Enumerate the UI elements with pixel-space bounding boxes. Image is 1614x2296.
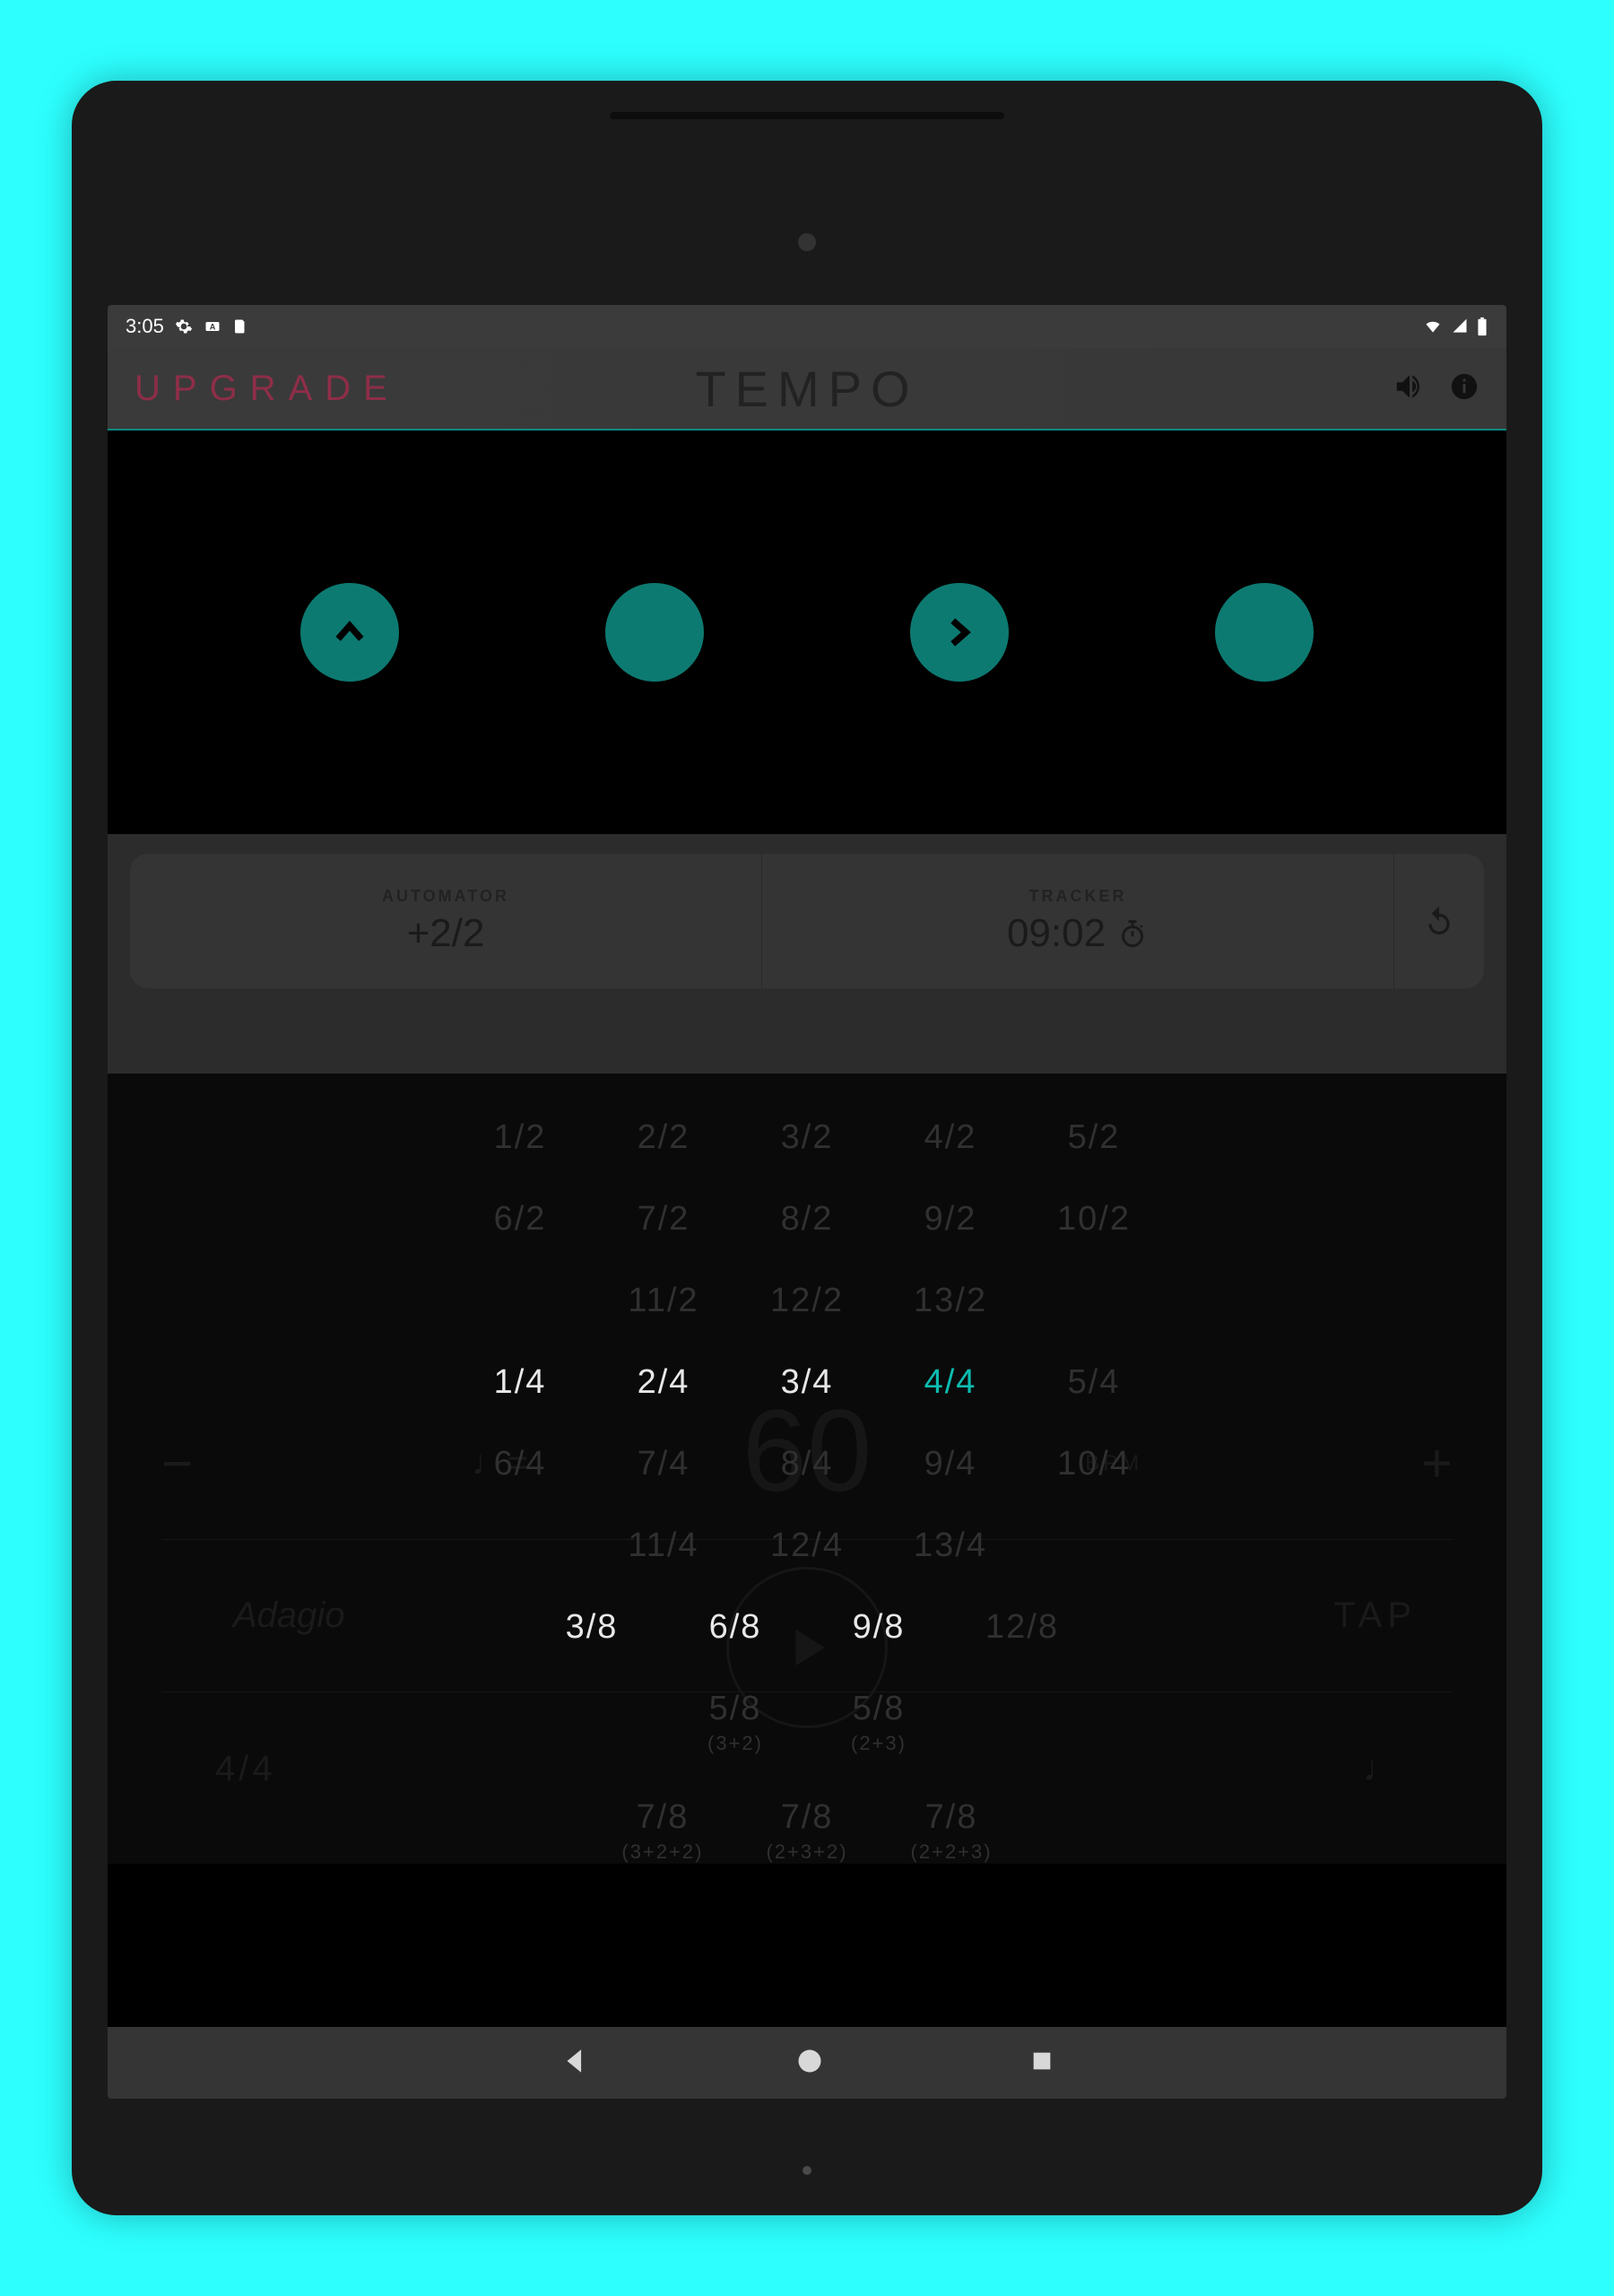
signal-icon (1451, 317, 1469, 335)
signature-row: 5/8(3+2) 5/8(2+3) (695, 1690, 919, 1755)
screen: 3:05 A (108, 305, 1506, 2099)
signature-row: 6/4 7/4 8/4 9/4 10/4 (480, 1445, 1134, 1483)
signature-option[interactable]: 13/2 (910, 1282, 991, 1320)
status-bar: 3:05 A (108, 305, 1506, 348)
android-nav-bar (108, 2027, 1506, 2099)
caret-icon (330, 613, 369, 652)
signature-option[interactable]: 1/2 (480, 1118, 560, 1157)
beat-2[interactable] (605, 583, 704, 682)
reset-button[interactable] (1394, 854, 1484, 988)
tablet-home-indicator (803, 2166, 811, 2175)
signature-option[interactable]: 9/8 (838, 1608, 919, 1647)
status-time: 3:05 (126, 315, 164, 338)
signature-option[interactable]: 5/4 (1054, 1363, 1134, 1402)
automator-label: AUTOMATOR (382, 887, 509, 906)
signature-option[interactable]: 9/2 (910, 1200, 991, 1239)
signature-option[interactable]: 4/2 (910, 1118, 991, 1157)
tablet-speaker (610, 112, 1004, 119)
nav-back-button[interactable] (560, 2046, 590, 2081)
signature-grid: 1/22/23/24/25/26/27/28/29/210/211/212/21… (108, 1074, 1506, 1864)
signature-option[interactable]: 6/8 (695, 1608, 776, 1647)
gear-icon (175, 317, 193, 335)
reset-icon (1421, 903, 1457, 939)
battery-icon (1476, 317, 1488, 336)
signature-option[interactable]: 12/4 (767, 1526, 847, 1565)
volume-icon[interactable] (1393, 370, 1427, 408)
tracker-value: 09:02 (1007, 911, 1149, 956)
signature-option[interactable]: 5/2 (1054, 1118, 1134, 1157)
app-header: UPGRADE TEMPO (108, 348, 1506, 430)
signature-option[interactable]: 7/8(3+2+2) (621, 1798, 703, 1864)
tracker-time: 09:02 (1007, 911, 1106, 956)
signature-option[interactable]: 7/4 (623, 1445, 704, 1483)
signature-row: 7/8(3+2+2) 7/8(2+3+2) 7/8(2+2+3) (621, 1798, 992, 1864)
tracker-column[interactable]: TRACKER 09:02 (762, 854, 1394, 988)
nav-recents-button[interactable] (1029, 2048, 1054, 2078)
signature-option[interactable]: 7/2 (623, 1200, 704, 1239)
beat-4[interactable] (1215, 583, 1314, 682)
signature-option[interactable]: 8/4 (767, 1445, 847, 1483)
signature-row: 3/8 6/8 9/8 12/8 (551, 1608, 1063, 1647)
time-signature-picker: − ♩= BPM + Adagio TAP 4/4 ♩ 60 (108, 1074, 1506, 1864)
tablet-camera (798, 233, 816, 251)
signature-option[interactable]: 2/4 (623, 1363, 704, 1402)
signature-option[interactable]: 11/2 (623, 1282, 704, 1320)
signature-option[interactable]: 6/4 (480, 1445, 560, 1483)
signature-option[interactable]: 3/2 (767, 1118, 847, 1157)
chevron-right-icon (940, 613, 979, 652)
signature-option[interactable]: 9/4 (910, 1445, 991, 1483)
mid-panel-container: AUTOMATOR +2/2 TRACKER 09:02 (108, 834, 1506, 1074)
automator-tracker-panel: AUTOMATOR +2/2 TRACKER 09:02 (130, 854, 1484, 988)
signature-option[interactable]: 12/2 (767, 1282, 847, 1320)
signature-option[interactable]: 3/8 (551, 1608, 632, 1647)
signature-option[interactable]: 7/8(2+3+2) (766, 1798, 847, 1864)
signature-option[interactable]: 11/4 (623, 1526, 704, 1565)
signature-row: 6/2 7/2 8/2 9/2 10/2 (480, 1200, 1134, 1239)
nav-home-button[interactable] (796, 2048, 823, 2079)
signature-option[interactable]: 12/8 (982, 1608, 1063, 1647)
beat-1[interactable] (300, 583, 399, 682)
signature-row: 11/4 12/4 13/4 (623, 1526, 991, 1565)
signature-option[interactable]: 1/4 (480, 1363, 560, 1402)
automator-value: +2/2 (407, 911, 485, 956)
signature-option[interactable]: 10/2 (1054, 1200, 1134, 1239)
signature-row: 1/4 2/4 3/4 4/4 5/4 (480, 1363, 1134, 1402)
signature-option[interactable]: 2/2 (623, 1118, 704, 1157)
beat-indicator-row (108, 430, 1506, 834)
signature-option[interactable]: 4/4 (910, 1363, 991, 1402)
signature-option[interactable]: 6/2 (480, 1200, 560, 1239)
signature-option[interactable]: 8/2 (767, 1200, 847, 1239)
wifi-icon (1422, 317, 1444, 335)
app-title: TEMPO (695, 360, 918, 418)
signature-row: 1/2 2/2 3/2 4/2 5/2 (480, 1118, 1134, 1157)
signature-row: 11/2 12/2 13/2 (623, 1282, 991, 1320)
signature-option[interactable]: 5/8(3+2) (695, 1690, 776, 1755)
automator-column[interactable]: AUTOMATOR +2/2 (130, 854, 762, 988)
signature-option[interactable]: 5/8(2+3) (838, 1690, 919, 1755)
signature-option[interactable]: 10/4 (1054, 1445, 1134, 1483)
tracker-label: TRACKER (1029, 887, 1127, 906)
signature-option[interactable]: 7/8(2+2+3) (911, 1798, 993, 1864)
stopwatch-icon (1116, 918, 1149, 950)
signature-option[interactable]: 13/4 (910, 1526, 991, 1565)
sd-card-icon (232, 317, 248, 335)
keyboard-icon: A (204, 317, 221, 335)
tablet-frame: 3:05 A (72, 81, 1542, 2215)
signature-option[interactable]: 3/4 (767, 1363, 847, 1402)
beat-3[interactable] (910, 583, 1009, 682)
svg-text:A: A (210, 322, 216, 331)
info-icon[interactable] (1449, 371, 1480, 406)
upgrade-button[interactable]: UPGRADE (134, 369, 400, 409)
